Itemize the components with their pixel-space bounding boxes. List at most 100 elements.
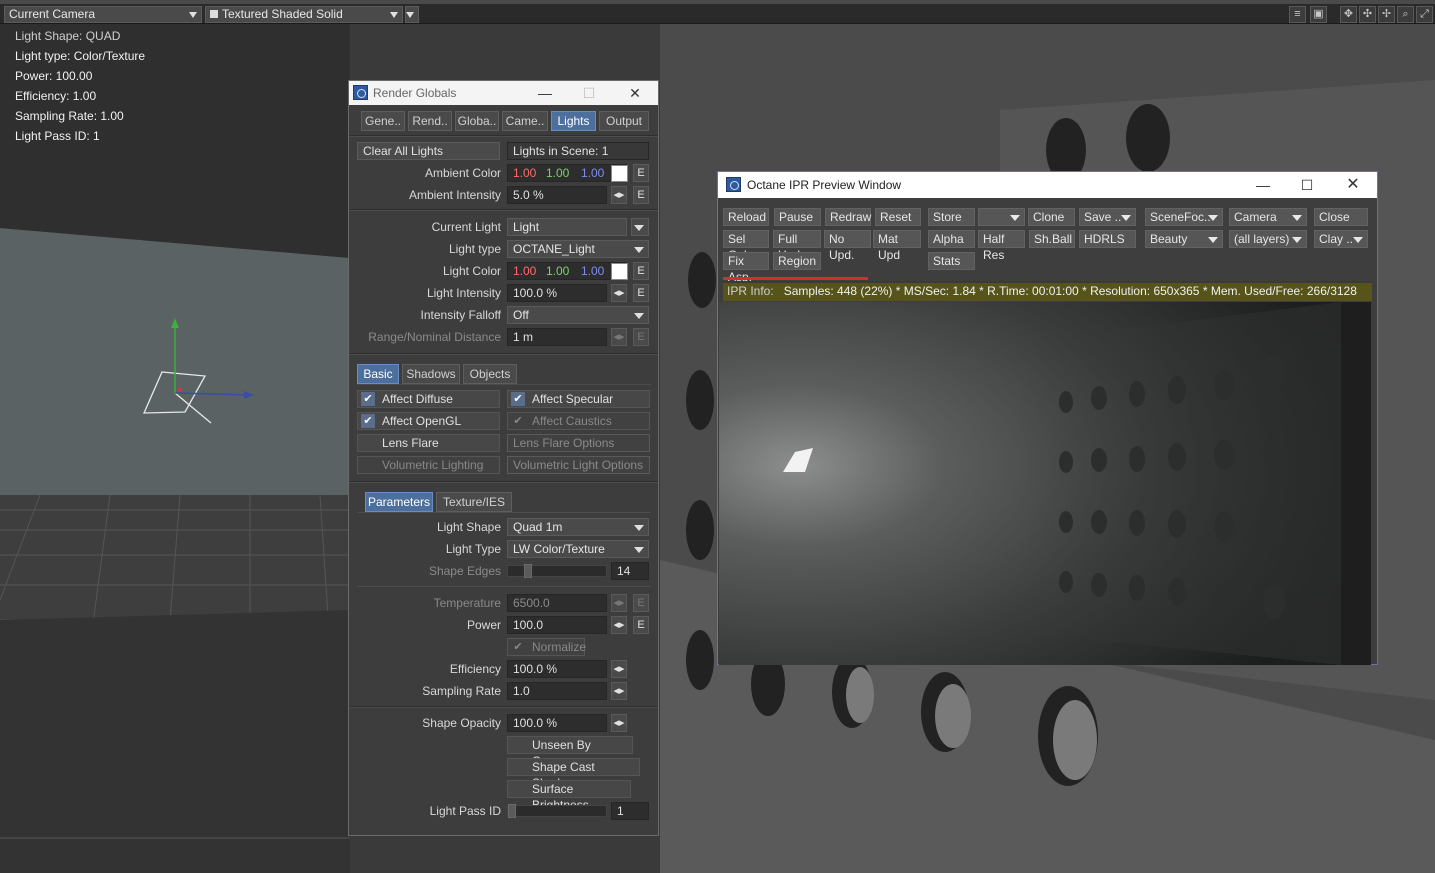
hdrls-button[interactable]: HDRLS <box>1079 230 1136 248</box>
maximize-viewport-icon[interactable]: ⤢ <box>1416 6 1433 23</box>
close-button[interactable]: Close <box>1314 208 1368 226</box>
tab-global[interactable]: Globa.. <box>455 111 499 131</box>
no-update-button[interactable]: No Upd. <box>824 230 871 262</box>
tab-general[interactable]: Gene.. <box>361 111 405 131</box>
zoom-icon[interactable]: ⌕ <box>1397 6 1414 23</box>
ambient-intensity-stepper[interactable]: ◂▸ <box>611 186 627 204</box>
affect-diffuse-checkbox[interactable]: ✔ Affect Diffuse <box>357 390 500 408</box>
tab-objects[interactable]: Objects <box>463 364 517 384</box>
light-pass-id-slider[interactable] <box>507 804 607 818</box>
tab-output[interactable]: Output <box>599 111 649 131</box>
octane-ipr-window: Octane IPR Preview Window — ☐ ✕ Reload P… <box>717 171 1378 665</box>
alpha-button[interactable]: Alpha <box>928 230 975 248</box>
store-slot-dropdown[interactable] <box>978 208 1025 226</box>
sel-only-button[interactable]: Sel Only <box>723 230 769 262</box>
light-shape-select[interactable]: Quad 1m <box>507 518 649 536</box>
minimize-icon[interactable]: — <box>523 81 567 105</box>
maximize-icon[interactable]: ☐ <box>1285 172 1329 196</box>
close-icon[interactable]: ✕ <box>1331 172 1375 196</box>
viewport-options-dropdown[interactable] <box>405 6 419 23</box>
affect-specular-checkbox[interactable]: ✔ Affect Specular <box>507 390 650 408</box>
light-intensity-field[interactable]: 100.0 % <box>507 284 607 302</box>
store-button[interactable]: Store <box>928 208 975 226</box>
slider-handle[interactable] <box>508 804 516 818</box>
shape-cast-shadow-checkbox[interactable]: Shape Cast Shadow <box>507 758 640 790</box>
fix-aspect-button[interactable]: Fix Asp. <box>723 252 769 284</box>
slider-handle[interactable] <box>524 564 532 578</box>
volumetric-lighting-checkbox[interactable]: Volumetric Lighting <box>357 456 500 474</box>
surface-brightness-checkbox[interactable]: Surface Brightness <box>507 780 631 812</box>
power-field[interactable]: 100.0 <box>507 616 607 634</box>
lens-flare-checkbox[interactable]: Lens Flare <box>357 434 500 452</box>
pan-icon[interactable]: ✢ <box>1378 6 1395 23</box>
efficiency-field[interactable]: 100.0 % <box>507 660 607 678</box>
render-globals-titlebar[interactable]: Render Globals — ☐ ✕ <box>349 81 658 105</box>
current-light-dropdown[interactable] <box>631 218 649 236</box>
close-icon[interactable]: ✕ <box>613 81 657 105</box>
reset-button[interactable]: Reset <box>875 208 921 226</box>
light-color-field[interactable]: 1.00 1.00 1.00 <box>507 262 627 280</box>
ambient-color-field[interactable]: 1.00 1.00 1.00 <box>507 164 627 182</box>
redraw-button[interactable]: Redraw <box>825 208 871 226</box>
intensity-falloff-select[interactable]: Off <box>507 306 649 324</box>
shape-opacity-stepper[interactable]: ◂▸ <box>611 714 627 732</box>
layers-dropdown[interactable]: (all layers) <box>1229 230 1307 248</box>
affect-opengl-checkbox[interactable]: ✔ Affect OpenGL <box>357 412 500 430</box>
clone-button[interactable]: Clone <box>1028 208 1075 226</box>
light-type2-select[interactable]: LW Color/Texture <box>507 540 649 558</box>
light-type-select[interactable]: OCTANE_Light <box>507 240 649 258</box>
save-dropdown[interactable]: Save .. <box>1079 208 1136 226</box>
octane-titlebar[interactable]: Octane IPR Preview Window — ☐ ✕ <box>718 172 1377 198</box>
stats-button[interactable]: Stats <box>928 252 975 270</box>
tab-camera[interactable]: Came.. <box>502 111 548 131</box>
tab-lights[interactable]: Lights <box>551 111 596 131</box>
clay-dropdown[interactable]: Clay .. <box>1314 230 1368 248</box>
light-color-swatch[interactable] <box>611 263 628 280</box>
mat-update-button[interactable]: Mat Upd <box>873 230 921 262</box>
tab-basic[interactable]: Basic <box>357 364 399 384</box>
ambient-intensity-field[interactable]: 5.0 % <box>507 186 607 204</box>
shape-opacity-field[interactable]: 100.0 % <box>507 714 607 732</box>
camera-dropdown[interactable]: Camera <box>1229 208 1307 226</box>
light-color-envelope-button[interactable]: E <box>633 262 649 280</box>
reload-button[interactable]: Reload <box>723 208 769 226</box>
tab-render[interactable]: Rend.. <box>408 111 452 131</box>
normalize-checkbox: ✔ Normalize <box>507 638 586 656</box>
shape-edges-slider[interactable] <box>507 564 607 578</box>
clear-all-lights-button[interactable]: Clear All Lights <box>357 142 500 160</box>
power-stepper[interactable]: ◂▸ <box>611 616 627 634</box>
efficiency-stepper[interactable]: ◂▸ <box>611 660 627 678</box>
move-icon[interactable]: ✥ <box>1340 6 1357 23</box>
light-pass-id-field[interactable]: 1 <box>611 802 649 820</box>
sh-ball-button[interactable]: Sh.Ball <box>1029 230 1075 248</box>
save-view-icon[interactable]: ▣ <box>1310 6 1327 23</box>
light-intensity-stepper[interactable]: ◂▸ <box>611 284 627 302</box>
shape-edges-field[interactable]: 14 <box>611 562 649 580</box>
current-light-select[interactable]: Light <box>507 218 627 236</box>
power-envelope-button[interactable]: E <box>633 616 649 634</box>
camera-select[interactable]: Current Camera <box>4 6 202 23</box>
ambient-b: 1.00 <box>581 166 605 180</box>
tab-parameters[interactable]: Parameters <box>365 492 433 512</box>
minimize-icon[interactable]: — <box>1241 172 1285 196</box>
lightwave-app-icon <box>353 85 368 100</box>
pause-button[interactable]: Pause <box>774 208 821 226</box>
light-intensity-envelope-button[interactable]: E <box>633 284 649 302</box>
unseen-by-camera-checkbox[interactable]: Unseen By Camera <box>507 736 633 768</box>
ambient-intensity-envelope-button[interactable]: E <box>633 186 649 204</box>
half-res-button[interactable]: Half Res <box>978 230 1025 262</box>
region-button[interactable]: Region <box>773 252 821 270</box>
rotate-icon[interactable]: ✣ <box>1359 6 1376 23</box>
scene-focus-dropdown[interactable]: SceneFoc.. <box>1145 208 1223 226</box>
tab-texture-ies[interactable]: Texture/IES <box>436 492 512 512</box>
full-update-button[interactable]: Full Upd. <box>773 230 821 262</box>
ambient-color-swatch[interactable] <box>611 165 628 182</box>
sampling-rate-field[interactable]: 1.0 <box>507 682 607 700</box>
shading-select[interactable]: Textured Shaded Solid <box>205 6 403 23</box>
sampling-rate-stepper[interactable]: ◂▸ <box>611 682 627 700</box>
ambient-color-envelope-button[interactable]: E <box>633 164 649 182</box>
ipr-render-view[interactable] <box>719 302 1371 665</box>
list-icon[interactable]: ≡ <box>1289 6 1306 23</box>
render-pass-dropdown[interactable]: Beauty <box>1145 230 1223 248</box>
tab-shadows[interactable]: Shadows <box>402 364 460 384</box>
